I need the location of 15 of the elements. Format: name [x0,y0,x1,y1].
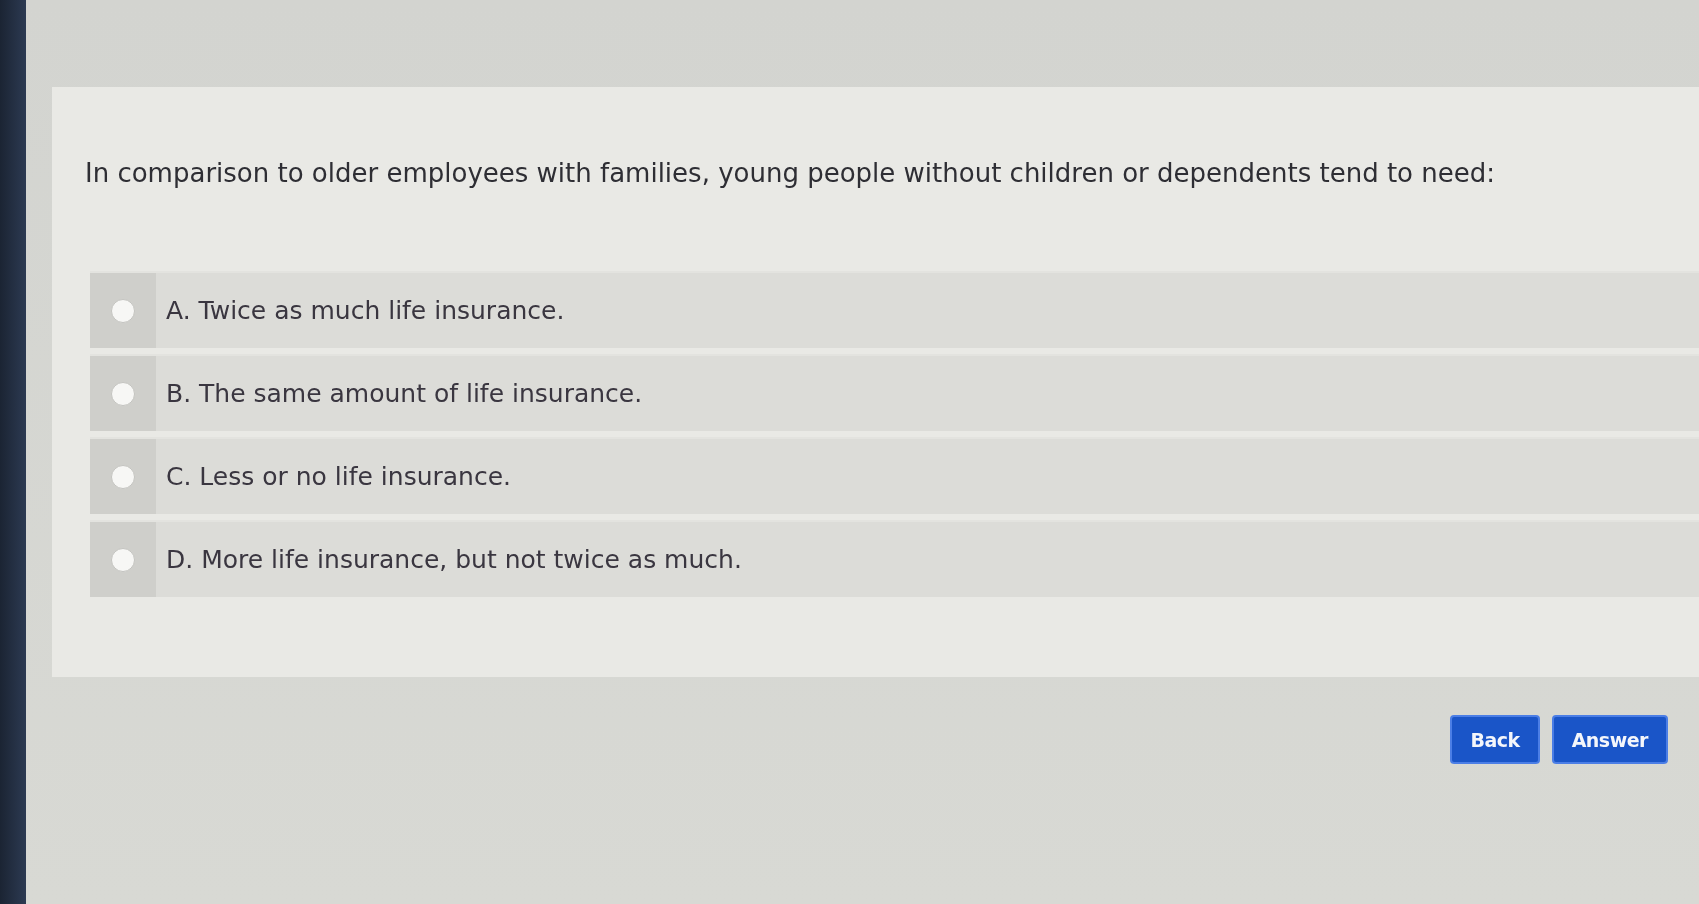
radio-button[interactable] [111,464,135,489]
option-text: B. The same amount of life insurance. [165,379,643,408]
radio-button[interactable] [111,381,135,406]
radio-button[interactable] [111,547,135,572]
answer-option[interactable]: A. Twice as much life insurance. [90,271,1699,348]
answer-option[interactable]: D. More life insurance, but not twice as much. [90,520,1699,597]
option-text: D. More life insurance, but not twice as much. [165,545,742,574]
back-button[interactable]: Back [1450,715,1540,764]
radio-button[interactable] [111,298,135,323]
option-text: A. Twice as much life insurance. [165,296,565,325]
answer-button[interactable]: Answer [1551,715,1668,764]
answer-option[interactable]: B. The same amount of life insurance. [90,354,1699,431]
option-text: C. Less or no life insurance. [165,462,512,491]
answer-option[interactable]: C. Less or no life insurance. [90,437,1699,514]
question-text: In comparison to older employees with families, young people without children or dependents tend to need: [84,157,1497,190]
